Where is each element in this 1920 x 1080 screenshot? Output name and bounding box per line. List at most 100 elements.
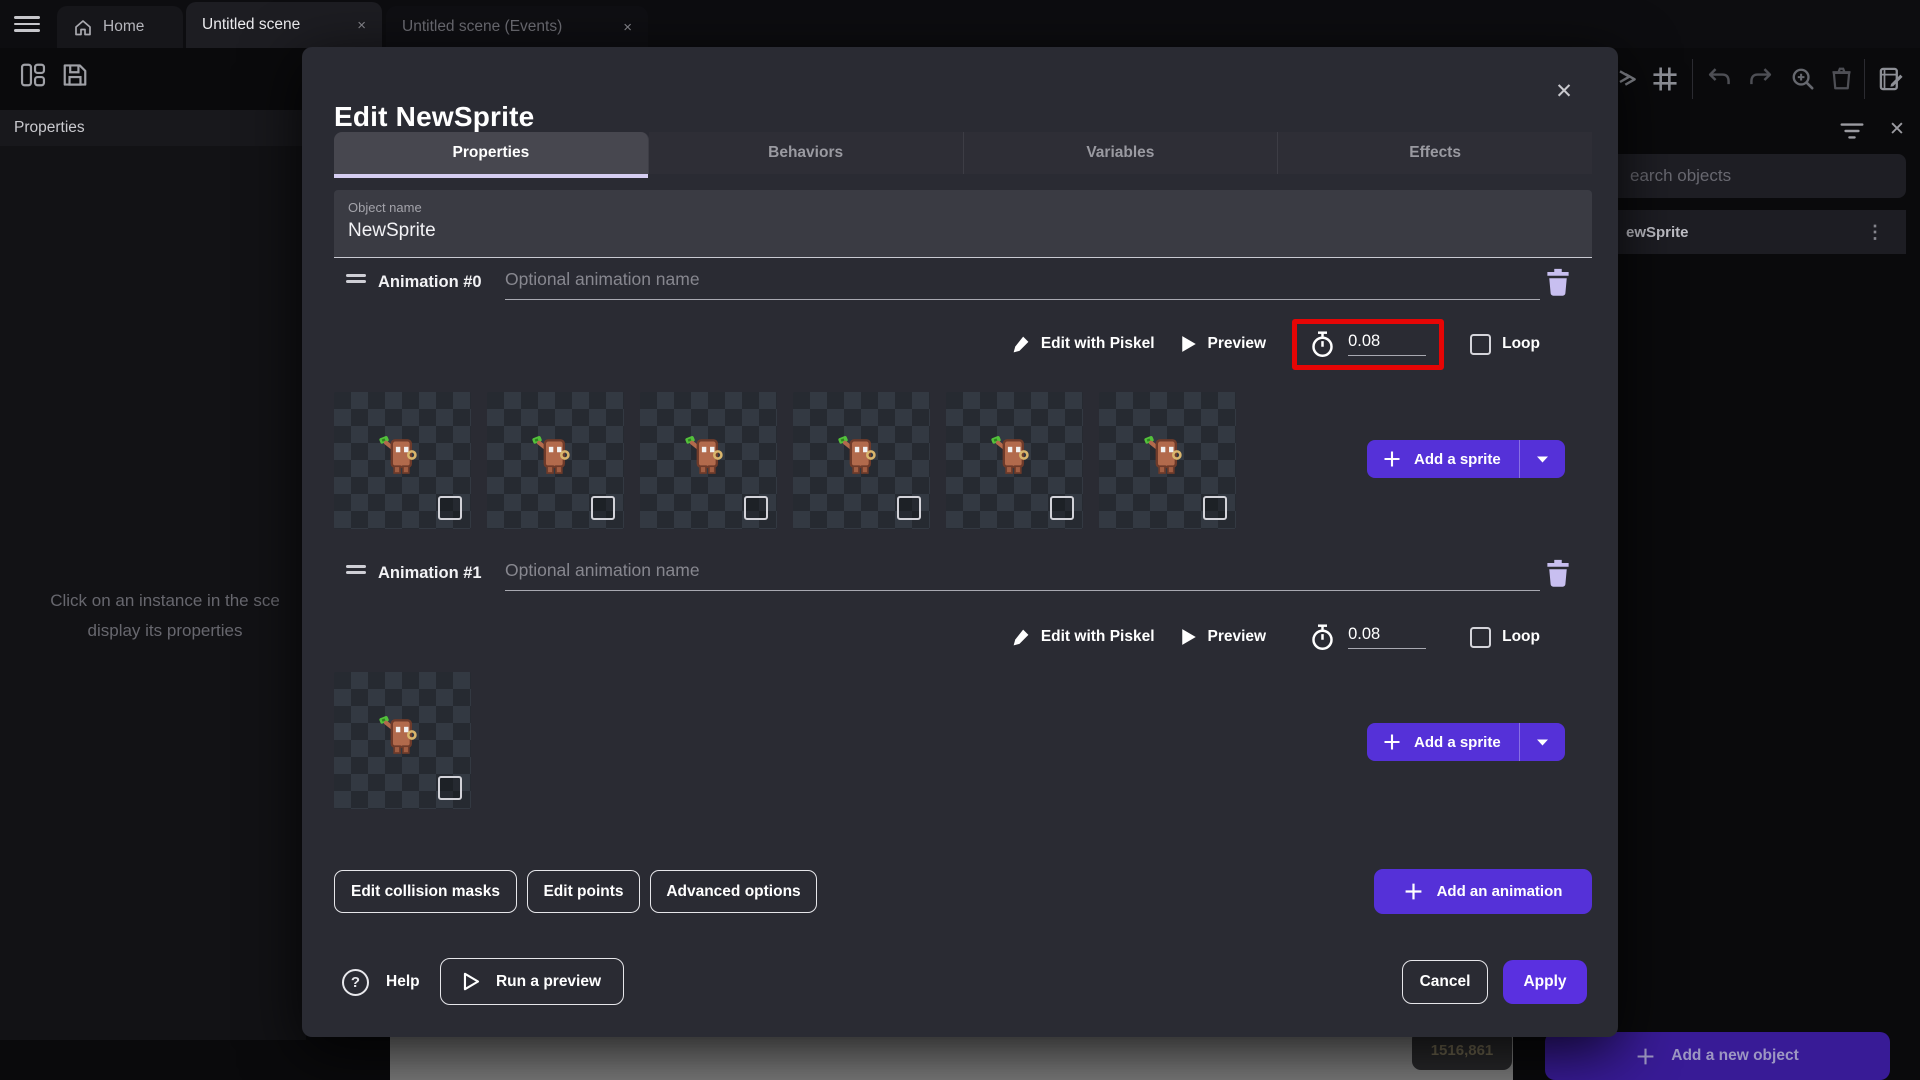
- tab-untitled-scene-events[interactable]: Untitled scene (Events) ×: [386, 6, 648, 48]
- add-animation-label: Add an animation: [1436, 883, 1563, 900]
- plus-icon: [1405, 883, 1421, 900]
- layers-icon[interactable]: [1616, 66, 1640, 90]
- brush-icon: [1013, 629, 1029, 645]
- add-sprite-dropdown-caret[interactable]: [1520, 723, 1565, 761]
- edit-sprite-dialog: Edit NewSprite ✕ Properties Behaviors Va…: [302, 47, 1618, 1037]
- tab-label: Untitled scene: [202, 16, 301, 33]
- time-between-frames-input[interactable]: 0.08: [1348, 332, 1427, 356]
- frame-select-checkbox[interactable]: [438, 496, 462, 520]
- animation-0-toolbar: Edit with Piskel Preview 0.08 Loop: [505, 315, 1540, 373]
- sprite-frame-thumbnail[interactable]: [793, 392, 930, 529]
- edit-scene-properties-icon[interactable]: [1878, 66, 1904, 92]
- tab-variables[interactable]: Variables: [963, 132, 1279, 174]
- sprite-frame-thumbnail[interactable]: [1099, 392, 1236, 529]
- loop-checkbox[interactable]: [1470, 626, 1492, 648]
- loop-checkbox[interactable]: [1470, 333, 1492, 355]
- hamburger-menu-icon[interactable]: [14, 16, 40, 32]
- delete-animation-0-icon[interactable]: [1545, 267, 1571, 297]
- grid-icon[interactable]: [1652, 66, 1678, 92]
- tab-effects[interactable]: Effects: [1278, 132, 1592, 174]
- frame-select-checkbox[interactable]: [591, 496, 615, 520]
- sprite-frame-thumbnail[interactable]: [334, 672, 471, 809]
- pig-sprite-image: [379, 436, 417, 474]
- frame-select-checkbox[interactable]: [1050, 496, 1074, 520]
- save-icon[interactable]: [62, 62, 88, 88]
- time-between-frames-input[interactable]: 0.08: [1348, 625, 1427, 649]
- animation-0-label: Animation #0: [378, 273, 482, 291]
- undo-icon[interactable]: [1706, 66, 1732, 90]
- search-objects-input[interactable]: earch objects: [1606, 154, 1906, 198]
- tab-properties[interactable]: Properties: [334, 132, 649, 178]
- add-new-object-button[interactable]: Add a new object: [1545, 1032, 1890, 1080]
- animation-1-toolbar: Edit with Piskel Preview 0.08 Loop: [505, 608, 1540, 666]
- advanced-options-button[interactable]: Advanced options: [650, 870, 817, 913]
- loop-label: Loop: [1502, 628, 1540, 645]
- tab-untitled-scene[interactable]: Untitled scene ×: [186, 2, 382, 48]
- redo-icon[interactable]: [1748, 66, 1774, 90]
- play-icon: [1181, 336, 1196, 352]
- cancel-button[interactable]: Cancel: [1402, 960, 1488, 1004]
- frame-select-checkbox[interactable]: [438, 776, 462, 800]
- sprite-frame-thumbnail[interactable]: [487, 392, 624, 529]
- delete-animation-1-icon[interactable]: [1545, 558, 1571, 588]
- close-tab-icon[interactable]: ×: [357, 17, 366, 34]
- pig-sprite-image: [685, 436, 723, 474]
- tab-home[interactable]: Home: [57, 6, 183, 48]
- question-mark-icon: ?: [342, 968, 369, 996]
- sprite-frame-thumbnail[interactable]: [334, 392, 471, 529]
- drag-handle-icon[interactable]: [346, 565, 366, 574]
- pig-sprite-image: [379, 716, 417, 754]
- frame-select-checkbox[interactable]: [897, 496, 921, 520]
- play-outline-icon: [463, 972, 480, 991]
- layout-panels-icon[interactable]: [20, 62, 46, 88]
- zoom-in-icon[interactable]: [1790, 66, 1815, 91]
- pig-sprite-image: [1144, 436, 1182, 474]
- tab-label: Home: [103, 18, 145, 35]
- kebab-menu-icon[interactable]: ⋮: [1866, 222, 1884, 243]
- preview-label: Preview: [1207, 335, 1267, 352]
- edit-collision-masks-button[interactable]: Edit collision masks: [334, 870, 517, 913]
- time-between-frames-group-highlighted: 0.08: [1292, 318, 1445, 370]
- object-name-field[interactable]: Object name NewSprite: [334, 190, 1592, 258]
- close-dialog-icon[interactable]: ✕: [1548, 75, 1580, 107]
- apply-button[interactable]: Apply: [1503, 960, 1587, 1004]
- help-label: Help: [386, 973, 420, 990]
- plus-icon: [1384, 734, 1400, 750]
- pig-sprite-image: [991, 436, 1029, 474]
- animation-0-name-input[interactable]: Optional animation name: [505, 269, 1540, 300]
- animation-1-name-input[interactable]: Optional animation name: [505, 560, 1540, 591]
- drag-handle-icon[interactable]: [346, 274, 366, 283]
- time-between-frames-group: 0.08: [1292, 612, 1444, 663]
- edit-points-button[interactable]: Edit points: [527, 870, 640, 913]
- add-sprite-button[interactable]: Add a sprite: [1367, 440, 1565, 478]
- tab-behaviors[interactable]: Behaviors: [648, 132, 964, 174]
- delete-icon[interactable]: [1830, 66, 1853, 91]
- object-name-value: NewSprite: [348, 220, 436, 241]
- empty-state-line1: Click on an instance in the sce: [50, 591, 280, 610]
- animation-1-label: Animation #1: [378, 564, 482, 582]
- properties-panel-header: Properties: [0, 110, 306, 146]
- toolbar-divider: [1864, 59, 1865, 99]
- run-preview-button[interactable]: Run a preview: [440, 958, 624, 1005]
- dialog-title: Edit NewSprite: [334, 101, 535, 132]
- frame-select-checkbox[interactable]: [744, 496, 768, 520]
- close-panel-icon[interactable]: ✕: [1884, 116, 1910, 142]
- tab-label: Untitled scene (Events): [402, 18, 563, 35]
- close-tab-icon[interactable]: ×: [623, 19, 632, 36]
- edit-with-piskel-button[interactable]: Edit with Piskel: [1011, 335, 1155, 354]
- edit-with-piskel-button[interactable]: Edit with Piskel: [1011, 628, 1155, 647]
- help-button[interactable]: ? Help: [342, 960, 420, 1004]
- loop-toggle-group: Loop: [1470, 626, 1540, 648]
- add-animation-button[interactable]: Add an animation: [1374, 869, 1592, 914]
- sprite-frame-thumbnail[interactable]: [640, 392, 777, 529]
- sprite-frame-thumbnail[interactable]: [946, 392, 1083, 529]
- add-sprite-button[interactable]: Add a sprite: [1367, 723, 1565, 761]
- filter-list-icon[interactable]: [1840, 122, 1864, 140]
- frame-select-checkbox[interactable]: [1203, 496, 1227, 520]
- add-sprite-dropdown-caret[interactable]: [1520, 440, 1565, 478]
- play-icon: [1181, 629, 1196, 645]
- preview-button[interactable]: Preview: [1181, 335, 1267, 353]
- preview-button[interactable]: Preview: [1181, 628, 1267, 646]
- add-new-object-label: Add a new object: [1671, 1047, 1799, 1064]
- preview-label: Preview: [1207, 628, 1267, 645]
